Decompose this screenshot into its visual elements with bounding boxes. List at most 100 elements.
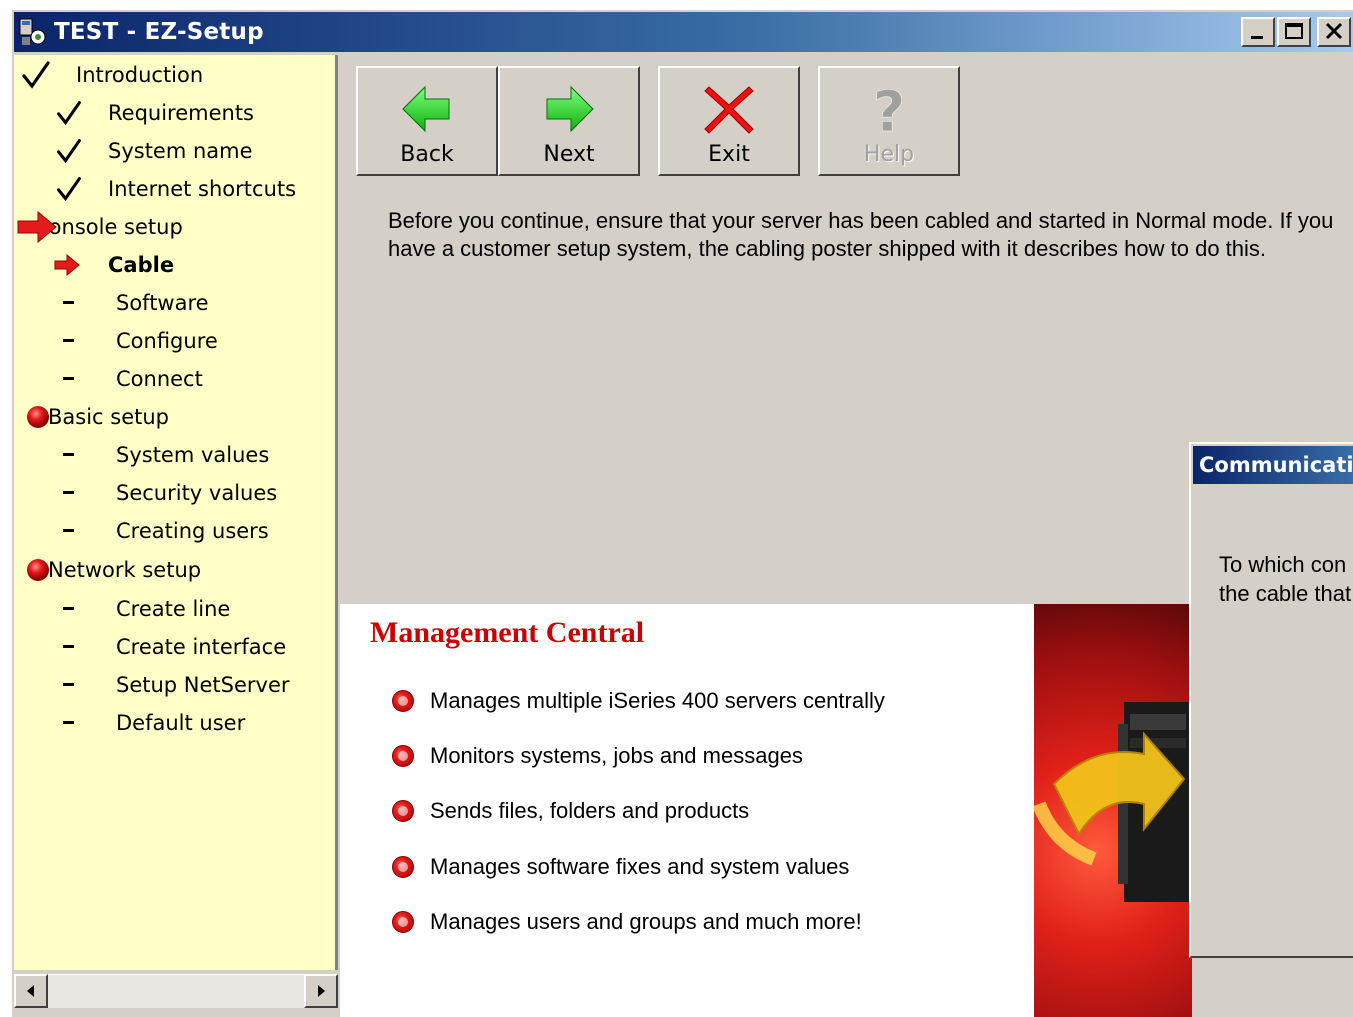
maximize-icon xyxy=(1285,23,1303,39)
back-button-label: Back xyxy=(400,142,454,167)
next-button-label: Next xyxy=(543,142,595,167)
sidebar-item-configure[interactable]: Configure xyxy=(62,323,218,359)
list-item: Sends files, folders and products xyxy=(392,798,749,824)
dash-icon xyxy=(62,300,76,306)
dash-icon xyxy=(62,644,76,650)
sidebar-item-cable[interactable]: Cable xyxy=(52,247,174,283)
checkmark-icon xyxy=(18,60,54,90)
sidebar-item-introduction[interactable]: Introduction xyxy=(18,57,203,93)
scroll-left-button[interactable] xyxy=(14,974,48,1008)
scroll-right-button[interactable] xyxy=(304,974,338,1008)
dash-icon xyxy=(62,682,76,688)
minimize-icon xyxy=(1251,36,1263,39)
banner-title: Management Central xyxy=(370,616,645,649)
red-dot-icon xyxy=(24,404,52,430)
sidebar-item-label: Introduction xyxy=(76,63,204,87)
list-item: Manages software fixes and system values xyxy=(392,854,849,880)
sidebar-item-label: Create interface xyxy=(116,635,287,659)
red-arrow-icon xyxy=(16,210,58,244)
sidebar-item-label: Basic setup xyxy=(48,405,170,429)
exit-button-label: Exit xyxy=(708,142,750,167)
dash-icon xyxy=(62,338,76,344)
checkmark-icon xyxy=(54,100,84,126)
sidebar-item-label: Setup NetServer xyxy=(116,673,290,697)
next-arrow-icon xyxy=(543,78,595,140)
sidebar-item-label: Connect xyxy=(116,367,203,391)
dialog-text-line: the cable that xyxy=(1219,581,1352,606)
setup-steps-sidebar: Introduction Requirements System name In… xyxy=(14,55,338,970)
title-bar[interactable]: TEST - EZ-Setup xyxy=(14,12,1353,52)
sidebar-item-label: Creating users xyxy=(116,519,269,543)
triangle-right-icon xyxy=(318,985,325,997)
sidebar-item-setup-netserver[interactable]: Setup NetServer xyxy=(62,667,290,703)
dialog-text-line: To which con xyxy=(1219,552,1347,577)
sidebar-item-creating-users[interactable]: Creating users xyxy=(62,513,269,549)
red-bullet-icon xyxy=(392,745,414,767)
sidebar-item-label: Configure xyxy=(116,329,218,353)
bullet-text: Manages users and groups and much more! xyxy=(430,909,862,934)
window-title: TEST - EZ-Setup xyxy=(54,19,264,45)
sidebar-item-system-name[interactable]: System name xyxy=(54,133,253,169)
svg-text:?: ? xyxy=(873,81,905,137)
list-item: Manages users and groups and much more! xyxy=(392,909,862,935)
sidebar-item-label: Internet shortcuts xyxy=(108,177,297,201)
sidebar-horizontal-scrollbar[interactable] xyxy=(14,974,338,1008)
next-button[interactable]: Next xyxy=(498,66,640,176)
sidebar-item-label: Create line xyxy=(116,597,231,621)
red-bullet-icon xyxy=(392,690,414,712)
sidebar-item-network-setup[interactable]: Network setup xyxy=(24,552,201,588)
sidebar-item-create-line[interactable]: Create line xyxy=(62,591,230,627)
sidebar-item-label: Network setup xyxy=(48,558,202,582)
sidebar-item-requirements[interactable]: Requirements xyxy=(54,95,254,131)
sidebar-item-basic-setup[interactable]: Basic setup xyxy=(24,399,169,435)
maximize-button[interactable] xyxy=(1277,17,1311,47)
dialog-title-bar[interactable]: Communicati xyxy=(1193,446,1353,484)
scrollbar-track[interactable] xyxy=(48,974,304,1008)
close-icon xyxy=(1325,22,1343,40)
red-bullet-icon xyxy=(392,856,414,878)
minimize-button[interactable] xyxy=(1241,17,1275,47)
communications-dialog[interactable]: Communicati To which con the cable that xyxy=(1189,442,1353,958)
management-central-banner: Management Central Manages multiple iSer… xyxy=(340,604,1192,1017)
checkmark-icon xyxy=(54,176,84,202)
back-button[interactable]: Back xyxy=(356,66,498,176)
dash-icon xyxy=(62,606,76,612)
sidebar-item-label: Default user xyxy=(116,711,246,735)
bullet-text: Monitors systems, jobs and messages xyxy=(430,743,803,768)
exit-button[interactable]: Exit xyxy=(658,66,800,176)
sidebar-item-security-values[interactable]: Security values xyxy=(62,475,277,511)
bullet-text: Manages software fixes and system values xyxy=(430,854,850,879)
server-illustration xyxy=(1034,604,1192,1017)
sidebar-item-label: Requirements xyxy=(108,101,254,125)
dash-icon xyxy=(62,720,76,726)
help-button[interactable]: ? Help xyxy=(818,66,960,176)
triangle-left-icon xyxy=(27,985,34,997)
sidebar-item-default-user[interactable]: Default user xyxy=(62,705,245,741)
dash-icon xyxy=(62,490,76,496)
sidebar-item-label: System values xyxy=(116,443,270,467)
list-item: Monitors systems, jobs and messages xyxy=(392,743,803,769)
sidebar-item-system-values[interactable]: System values xyxy=(62,437,269,473)
sidebar-item-software[interactable]: Software xyxy=(62,285,209,321)
sidebar-item-create-interface[interactable]: Create interface xyxy=(62,629,286,665)
back-arrow-icon xyxy=(401,78,453,140)
dash-icon xyxy=(62,376,76,382)
checkmark-icon xyxy=(54,138,84,164)
sidebar-item-label: Security values xyxy=(116,481,278,505)
app-icon xyxy=(18,17,48,47)
sidebar-item-connect[interactable]: Connect xyxy=(62,361,203,397)
help-button-label: Help xyxy=(863,142,915,167)
red-bullet-icon xyxy=(392,911,414,933)
dash-icon xyxy=(62,528,76,534)
sidebar-item-label: Software xyxy=(116,291,209,315)
sidebar-item-console-setup[interactable]: Console setup xyxy=(16,209,183,245)
sidebar-item-label: System name xyxy=(108,139,253,163)
sidebar-item-internet-shortcuts[interactable]: Internet shortcuts xyxy=(54,171,296,207)
red-arrow-icon xyxy=(52,253,82,277)
instructions-text: Before you continue, ensure that your se… xyxy=(388,208,1334,261)
dialog-message: To which con the cable that xyxy=(1219,550,1353,608)
ez-setup-window: TEST - EZ-Setup Introduction Requirement… xyxy=(10,8,1353,1017)
close-button[interactable] xyxy=(1317,17,1351,47)
bullet-text: Manages multiple iSeries 400 servers cen… xyxy=(430,688,885,713)
dash-icon xyxy=(62,452,76,458)
